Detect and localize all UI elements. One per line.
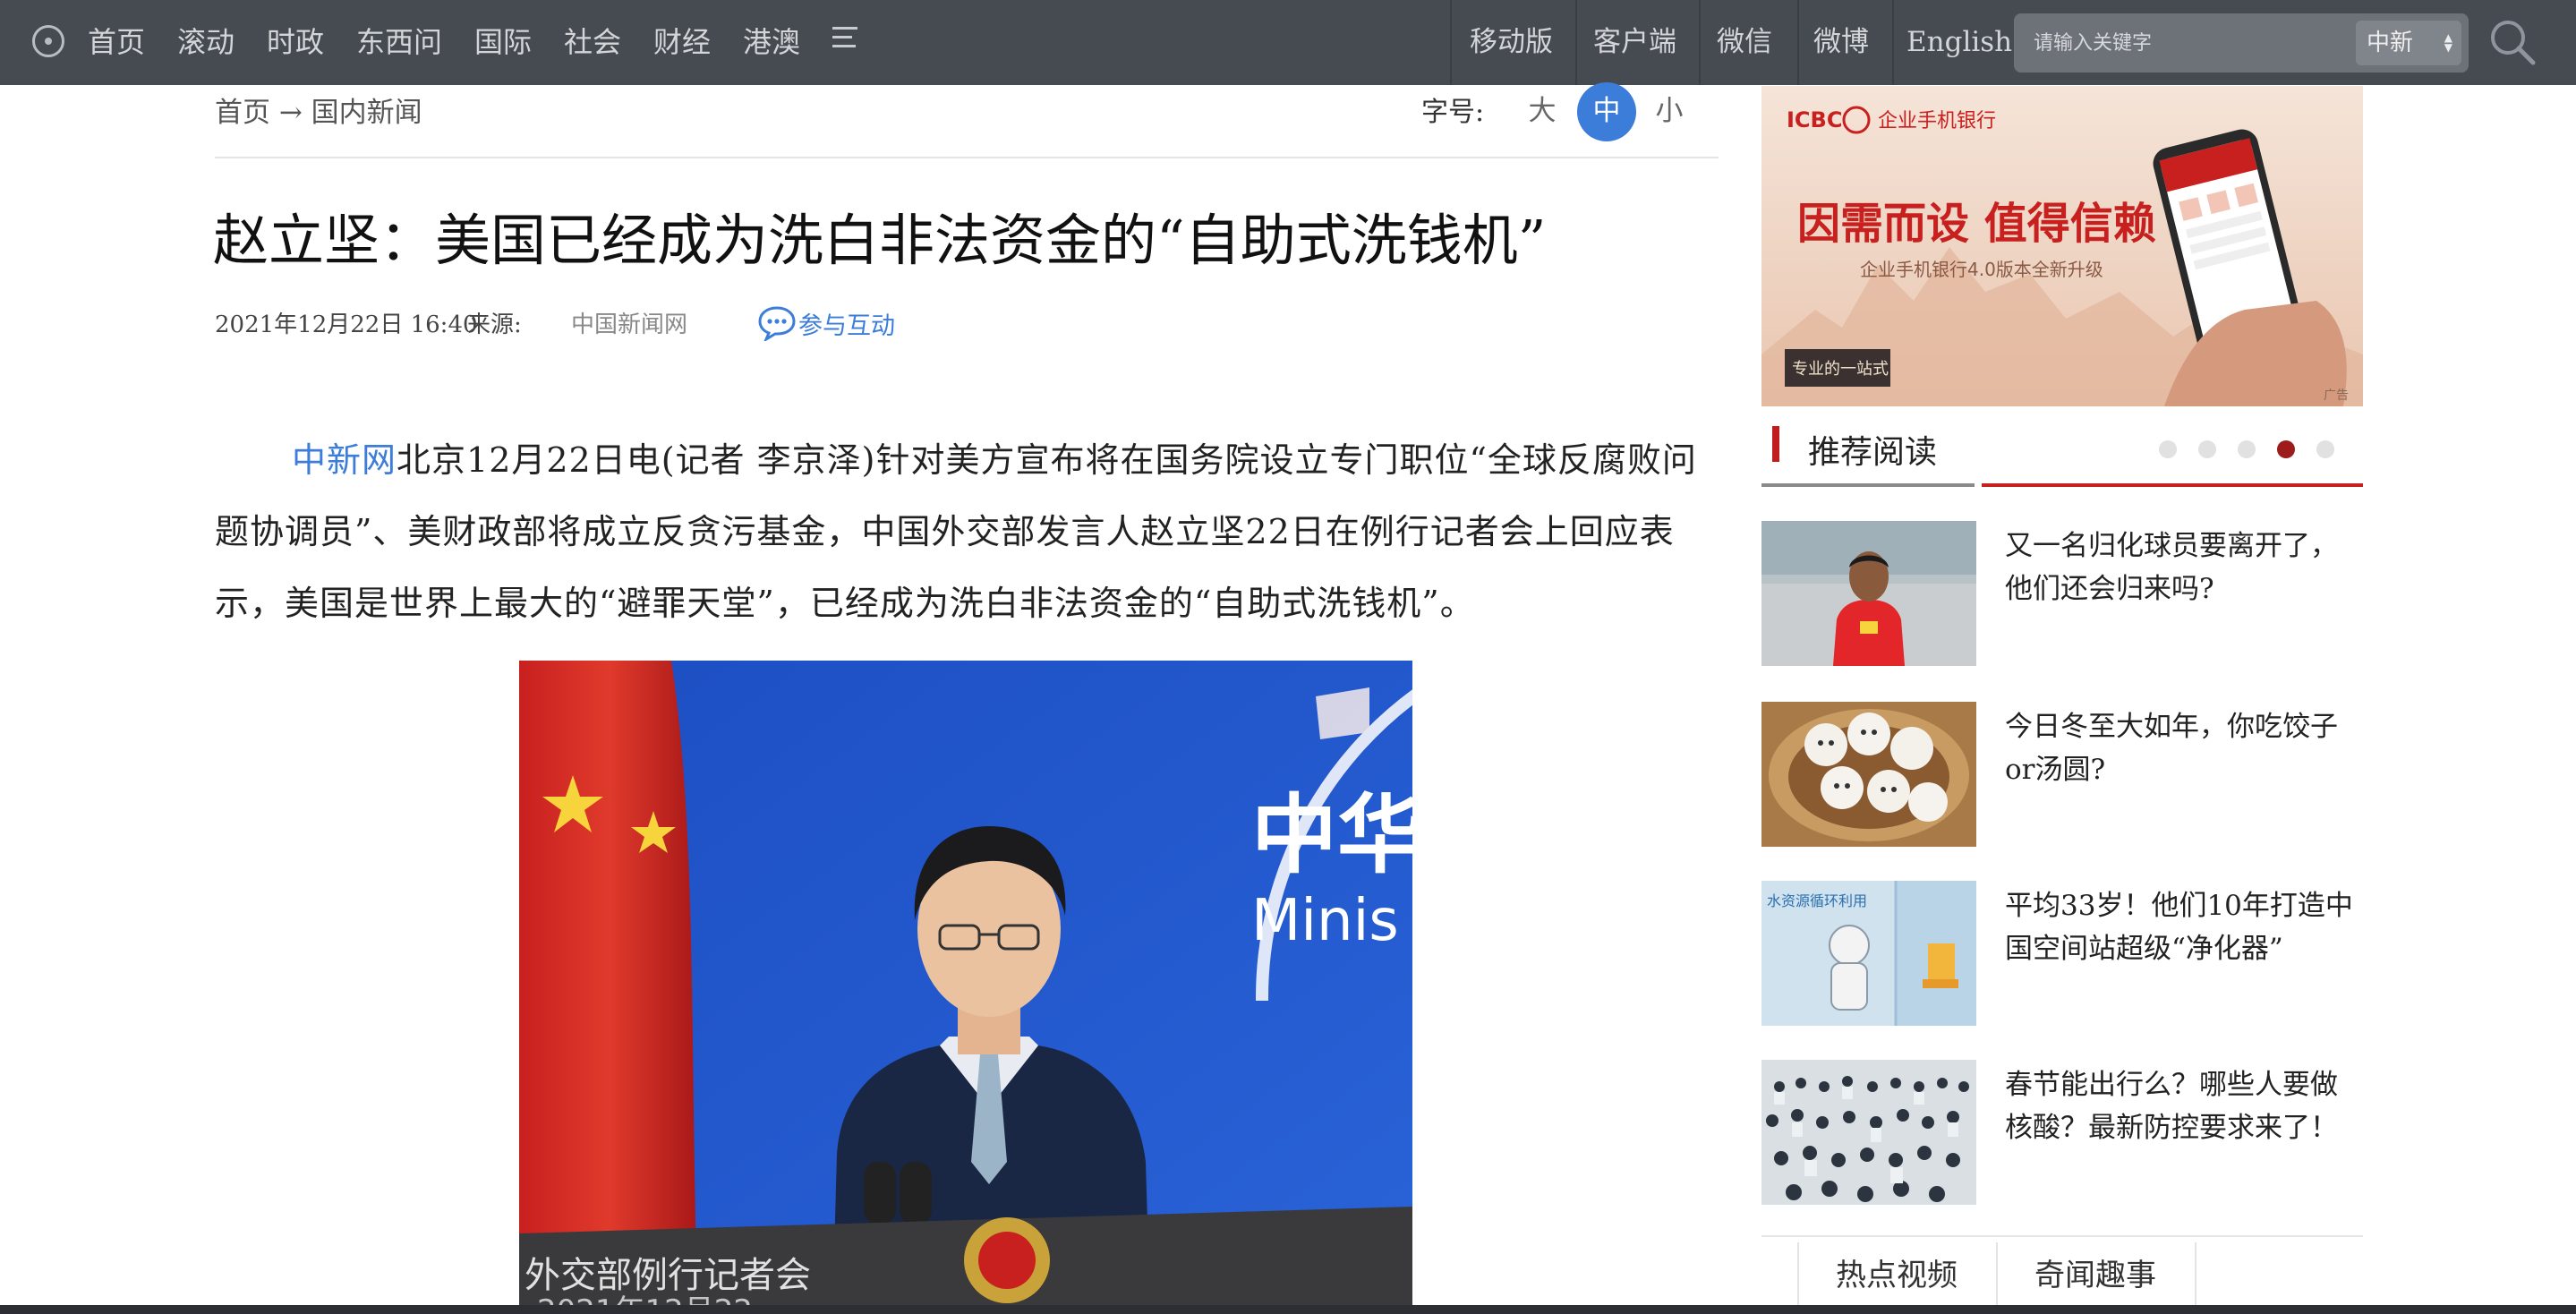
tab-divider [2195, 1242, 2196, 1314]
ad-badge: 专业的一站式 [1792, 360, 1889, 379]
list-item-title[interactable]: 今日冬至大如年，你吃饺子or汤圆? [2005, 705, 2363, 791]
nav-item-finance[interactable]: 财经 [653, 20, 711, 64]
ad-headline: 因需而设 值得信赖 [1797, 199, 2156, 249]
wechat-link[interactable]: 微信 [1717, 20, 1772, 64]
sign-text-en: Minis [1251, 888, 1399, 954]
interact-label: 参与互动 [798, 311, 895, 340]
advertisement-banner[interactable]: ICBC 企业手机银行 因需而设 值得信赖 企业手机银行4.0版本全新升级 专业… [1761, 86, 2363, 406]
sign-text: 中华 [1251, 785, 1412, 885]
thumbnail-image [1761, 702, 1976, 847]
divider [215, 157, 1719, 158]
nav-item-politics[interactable]: 时政 [267, 20, 324, 64]
ad-bank: ICBC [1787, 107, 1842, 132]
thumbnail-image [1761, 1060, 1976, 1205]
interact-button[interactable]: 参与互动 [757, 303, 895, 344]
list-item-title[interactable]: 平均33岁！他们10年打造中国空间站超级“净化器” [2005, 884, 2363, 970]
tab-odd-news[interactable]: 奇闻趣事 [1996, 1241, 2195, 1312]
divider [1982, 483, 2363, 487]
spokesperson-photo: 中华 Minis 外交部例行记者会 2021年12月22 [519, 661, 1412, 1314]
font-size-large-button[interactable]: 大 [1513, 82, 1572, 141]
thumb-caption: 水资源循环利用 [1767, 892, 1867, 909]
site-select-value: 中新 [2367, 30, 2414, 56]
nav-item-east-west[interactable]: 东西问 [356, 20, 442, 64]
carousel-dot[interactable] [2316, 440, 2334, 458]
ad-graphic: ICBC 企业手机银行 因需而设 值得信赖 企业手机银行4.0版本全新升级 专业… [1761, 86, 2363, 406]
select-arrows-icon: ▲ ▼ [2444, 31, 2452, 54]
tab-hot-videos[interactable]: 热点视频 [1797, 1241, 1996, 1312]
mobile-version-link[interactable]: 移动版 [1470, 20, 1553, 64]
carousel-dot[interactable] [2238, 440, 2256, 458]
font-size-label: 字号: [1421, 97, 1485, 128]
carousel-dot[interactable] [2198, 440, 2216, 458]
article-photo: 中华 Minis 外交部例行记者会 2021年12月22 [519, 661, 1412, 1314]
source-link[interactable]: 中新网 [292, 440, 397, 480]
source-label: 来源: [467, 311, 522, 338]
article-lead-paragraph: 中新网北京12月22日电(记者 李京泽)针对美方宣布将在国务院设立专门职位“全球… [215, 424, 1701, 639]
article-source[interactable]: 中国新闻网 [571, 306, 687, 339]
search-icon[interactable] [2488, 18, 2537, 66]
list-item[interactable]: 又一名归化球员要离开了，他们还会归来吗? [1761, 521, 2363, 666]
carousel-dot[interactable] [2159, 440, 2177, 458]
list-item[interactable]: 水资源循环利用 平均33岁！他们10年打造中国空间站超级“净化器” [1761, 881, 2363, 1026]
lead-text: 北京12月22日电(记者 李京泽)针对美方宣布将在国务院设立专门职位“全球反腐败… [215, 440, 1697, 623]
nav-item-society[interactable]: 社会 [564, 20, 621, 64]
nav-divider [1699, 0, 1701, 85]
ad-subline: 企业手机银行4.0版本全新升级 [1860, 259, 2103, 280]
article-title: 赵立坚：美国已经成为洗白非法资金的“自助式洗钱机” [213, 208, 1547, 273]
ad-corner-tag: 广告 [2324, 388, 2349, 403]
divider [1761, 483, 1975, 487]
nav-divider [1450, 0, 1452, 85]
nav-item-international[interactable]: 国际 [474, 20, 532, 64]
nav-item-home[interactable]: 首页 [88, 20, 145, 64]
window-bottom-edge [0, 1305, 2576, 1314]
breadcrumb[interactable]: 首页 → 国内新闻 [215, 90, 422, 130]
list-item-title[interactable]: 又一名归化球员要离开了，他们还会归来吗? [2005, 525, 2363, 610]
nav-divider [1892, 0, 1894, 85]
home-circle-icon[interactable] [32, 25, 64, 57]
photo-caption: 外交部例行记者会 [525, 1255, 811, 1296]
nav-item-scroll[interactable]: 滚动 [177, 20, 235, 64]
top-navigation-bar: 首页 滚动 时政 东西问 国际 社会 财经 港澳 移动版 客户端 微信 微博 E… [0, 0, 2576, 85]
search-input[interactable] [2014, 13, 2354, 73]
font-size-medium-button[interactable]: 中 [1577, 82, 1636, 141]
english-link[interactable]: English [1906, 20, 2012, 64]
list-item-title[interactable]: 春节能出行么？哪些人要做核酸？最新防控要求来了！ [2005, 1063, 2363, 1149]
recommended-reading-title: 推荐阅读 [1808, 434, 1938, 471]
comment-bubble-icon [758, 306, 796, 341]
article-date: 2021年12月22日 16:40 [215, 311, 478, 338]
carousel-dots [2159, 440, 2356, 458]
carousel-dot-active[interactable] [2277, 440, 2295, 458]
video-tabs: 热点视频 奇闻趣事 [1761, 1235, 2363, 1314]
font-size-small-button[interactable]: 小 [1640, 82, 1699, 141]
list-item[interactable]: 今日冬至大如年，你吃饺子or汤圆? [1761, 702, 2363, 847]
list-item[interactable]: 春节能出行么？哪些人要做核酸？最新防控要求来了！ [1761, 1060, 2363, 1205]
nav-divider [1797, 0, 1799, 85]
nav-divider [1575, 0, 1577, 85]
search-box: 中新 ▲▼ [2014, 13, 2469, 73]
thumbnail-image: 水资源循环利用 [1761, 881, 1976, 1026]
section-marker [1772, 426, 1779, 462]
site-select[interactable]: 中新 ▲ ▼ [2356, 21, 2461, 65]
weibo-link[interactable]: 微博 [1813, 20, 1869, 64]
more-menu-icon[interactable] [832, 27, 857, 48]
thumbnail-image [1761, 521, 1976, 666]
ad-bank-name: 企业手机银行 [1878, 110, 1996, 132]
client-app-link[interactable]: 客户端 [1593, 20, 1676, 64]
nav-item-hk-macau[interactable]: 港澳 [743, 20, 800, 64]
